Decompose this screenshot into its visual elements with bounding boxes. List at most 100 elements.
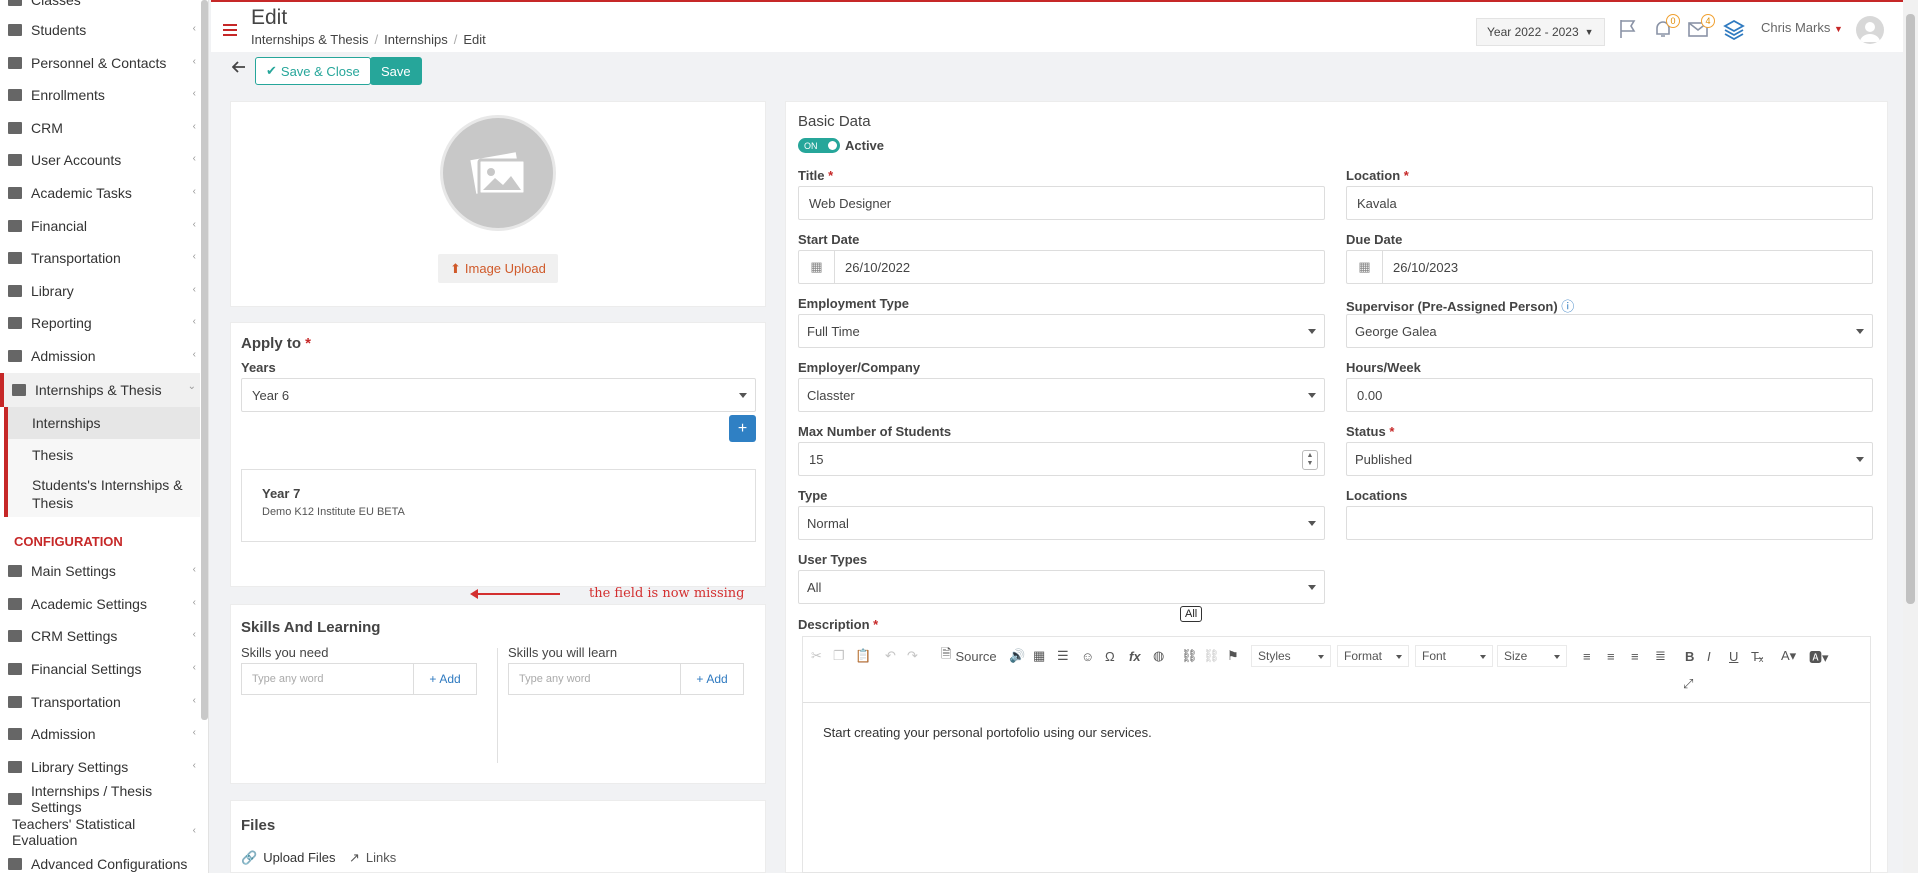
title-input[interactable]: Web Designer — [798, 186, 1325, 220]
add-skill-need-button[interactable]: + Add — [414, 672, 476, 686]
remove-format-icon[interactable]: T̶ₓ — [1751, 647, 1763, 665]
globe-icon[interactable]: ◍ — [1153, 647, 1164, 665]
special-char-icon[interactable]: Ω — [1105, 647, 1115, 665]
sidebar-item-classes[interactable]: Classes — [0, 0, 200, 15]
location-input[interactable]: Kavala — [1346, 186, 1873, 220]
align-center-icon[interactable]: ≡ — [1607, 647, 1615, 665]
number-stepper[interactable]: ▲ ▼ — [1302, 450, 1318, 470]
sidebar-item-academic-settings[interactable]: Academic Settings ‹ — [0, 589, 200, 619]
user-menu[interactable]: Chris Marks ▼ — [1761, 20, 1843, 35]
envelope-icon[interactable]: 4 — [1687, 14, 1715, 40]
back-arrow-icon[interactable] — [231, 60, 248, 76]
sidebar-item-transportation-settings[interactable]: Transportation ‹ — [0, 687, 200, 717]
sidebar-item-main-settings[interactable]: Main Settings ‹ — [0, 556, 200, 586]
skills-learn-field[interactable]: Type any word + Add — [508, 663, 744, 695]
sidebar-item-internships-thesis[interactable]: Internships & Thesis ⌄ — [0, 373, 200, 407]
status-select[interactable]: Published — [1346, 442, 1873, 476]
source-button[interactable]: 🗎 Source — [941, 646, 997, 665]
undo-icon[interactable]: ↶ — [885, 647, 896, 665]
add-skill-learn-button[interactable]: + Add — [681, 672, 743, 686]
bold-icon[interactable]: B — [1685, 647, 1694, 665]
sidebar-item-crm-settings[interactable]: CRM Settings ‹ — [0, 621, 200, 651]
link-icon[interactable]: ⛓ — [1181, 647, 1198, 665]
redo-icon[interactable]: ↷ — [907, 647, 918, 665]
size-select[interactable]: Size — [1497, 645, 1567, 667]
anchor-flag-icon[interactable]: ⚑ — [1227, 647, 1239, 665]
table-icon[interactable]: ▦ — [1033, 647, 1045, 665]
format-select[interactable]: Format — [1337, 645, 1409, 667]
align-right-icon[interactable]: ≡ — [1631, 647, 1639, 665]
employer-select[interactable]: Classter — [798, 378, 1325, 412]
smiley-icon[interactable]: ☺ — [1081, 647, 1094, 665]
sidebar-item-personnel[interactable]: Personnel & Contacts ‹ — [0, 48, 200, 78]
styles-select[interactable]: Styles — [1251, 645, 1331, 667]
max-students-input[interactable]: 15 ▲ ▼ — [798, 442, 1325, 476]
sidebar-sub-thesis[interactable]: Thesis — [4, 439, 200, 471]
links-link[interactable]: ↗ Links — [349, 850, 396, 866]
sidebar-item-transportation[interactable]: Transportation ‹ — [0, 243, 200, 273]
sidebar-sub-internships[interactable]: Internships — [4, 407, 200, 439]
align-left-icon[interactable]: ≡ — [1583, 647, 1591, 665]
locations-input[interactable] — [1346, 506, 1873, 540]
upload-files-link[interactable]: 🔗 Upload Files — [241, 850, 335, 866]
sidebar-item-library[interactable]: Library ‹ — [0, 276, 200, 306]
avatar[interactable] — [1856, 16, 1884, 44]
skills-need-field[interactable]: Type any word + Add — [241, 663, 477, 695]
sidebar-item-teachers-evaluation[interactable]: Teachers' Statistical Evaluation ‹ — [0, 816, 200, 848]
info-icon[interactable]: ⓘ — [1561, 299, 1574, 314]
sidebar-item-admission-settings[interactable]: Admission ‹ — [0, 719, 200, 749]
description-editor[interactable]: ✂ ❐ 📋 ↶ ↷ 🗎 Source 🔊 ▦ ☰ ☺ Ω fx ◍ ⛓ ⛓ ⚑ S… — [802, 636, 1871, 873]
text-color-icon[interactable]: A▾ — [1781, 647, 1796, 665]
horizontal-line-icon[interactable]: ☰ — [1057, 647, 1069, 665]
sidebar-item-enrollments[interactable]: Enrollments ‹ — [0, 80, 200, 110]
italic-icon[interactable]: I — [1707, 647, 1711, 665]
type-select[interactable]: Normal — [798, 506, 1325, 540]
add-year-button[interactable]: + — [729, 415, 756, 442]
sidebar-item-library-settings[interactable]: Library Settings ‹ — [0, 752, 200, 782]
sidebar-item-reporting[interactable]: Reporting ‹ — [0, 308, 200, 338]
font-select[interactable]: Font — [1415, 645, 1493, 667]
active-toggle[interactable]: ON — [798, 138, 840, 153]
sidebar-item-advanced-configurations[interactable]: Advanced Configurations — [0, 849, 200, 873]
breadcrumb-internships[interactable]: Internships — [384, 32, 448, 47]
sidebar-item-internships-settings[interactable]: Internships / Thesis Settings — [0, 783, 200, 815]
sidebar-scrollbar[interactable] — [201, 0, 208, 720]
user-types-select[interactable]: All — [798, 570, 1325, 604]
sidebar-item-user-accounts[interactable]: User Accounts ‹ — [0, 145, 200, 175]
employment-type-select[interactable]: Full Time — [798, 314, 1325, 348]
unlink-icon[interactable]: ⛓ — [1203, 647, 1220, 665]
sidebar-item-admission[interactable]: Admission ‹ — [0, 341, 200, 371]
sidebar-item-academic-tasks[interactable]: Academic Tasks ‹ — [0, 178, 200, 208]
editor-content[interactable]: Start creating your personal portofolio … — [823, 725, 1152, 740]
background-color-icon[interactable]: 🅰▾ — [1809, 647, 1829, 665]
sidebar-sub-students-internships[interactable]: Students's Internships & Thesis — [4, 471, 200, 517]
supervisor-select[interactable]: George Galea — [1346, 314, 1873, 348]
sidebar-item-students[interactable]: Students ‹ — [0, 15, 200, 45]
formula-icon[interactable]: fx — [1129, 647, 1141, 665]
sidebar-item-financial[interactable]: Financial ‹ — [0, 211, 200, 241]
calendar-icon[interactable]: ▦ — [1347, 251, 1383, 283]
years-select[interactable]: Year 6 — [241, 378, 756, 412]
flag-icon[interactable] — [1617, 18, 1639, 40]
cut-icon[interactable]: ✂ — [811, 647, 822, 665]
sidebar-item-financial-settings[interactable]: Financial Settings ‹ — [0, 654, 200, 684]
layers-icon[interactable] — [1723, 18, 1745, 41]
underline-icon[interactable]: U — [1729, 647, 1738, 665]
year-selector[interactable]: Year 2022 - 2023 ▼ — [1476, 18, 1605, 46]
hours-week-input[interactable]: 0.00 — [1346, 378, 1873, 412]
skills-need-input[interactable]: Type any word — [242, 664, 414, 694]
speaker-icon[interactable]: 🔊 — [1009, 647, 1025, 665]
maximize-icon[interactable]: ⤢ — [1683, 675, 1693, 693]
menu-toggle-icon[interactable] — [223, 24, 237, 36]
justify-icon[interactable]: ≣ — [1655, 647, 1666, 665]
save-button[interactable]: Save — [370, 57, 422, 85]
copy-icon[interactable]: ❐ — [833, 647, 845, 665]
bell-icon[interactable]: 0 — [1652, 14, 1680, 40]
due-date-input[interactable]: ▦ 26/10/2023 — [1346, 250, 1873, 284]
page-scrollbar[interactable] — [1903, 0, 1918, 873]
image-upload-button[interactable]: ⬆ Image Upload — [438, 254, 558, 283]
save-close-button[interactable]: ✔ Save & Close — [255, 57, 371, 85]
skills-learn-input[interactable]: Type any word — [509, 664, 681, 694]
sidebar-item-crm[interactable]: CRM ‹ — [0, 113, 200, 143]
calendar-icon[interactable]: ▦ — [799, 251, 835, 283]
